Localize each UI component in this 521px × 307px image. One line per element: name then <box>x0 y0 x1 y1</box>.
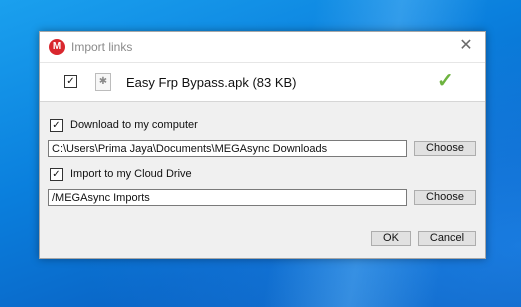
mega-logo-icon: M <box>49 39 65 55</box>
download-choose-button[interactable]: Choose <box>414 141 476 156</box>
dialog-title: Import links <box>71 40 133 54</box>
file-name: Easy Frp Bypass.apk (83 KB) <box>126 75 297 90</box>
download-checkbox[interactable]: ✓ <box>50 119 63 132</box>
file-checkbox[interactable]: ✓ <box>64 75 77 88</box>
check-icon: ✓ <box>437 70 454 92</box>
title-bar: M Import links ✕ <box>40 32 485 62</box>
file-list: ✓ ✱ Easy Frp Bypass.apk (83 KB) ✓ <box>40 62 485 102</box>
close-icon[interactable]: ✕ <box>456 36 476 56</box>
cloud-choose-button[interactable]: Choose <box>414 190 476 205</box>
settings-file-icon: ✱ <box>95 73 111 91</box>
import-links-dialog: M Import links ✕ ✓ ✱ Easy Frp Bypass.apk… <box>39 31 486 259</box>
download-label[interactable]: Download to my computer <box>70 119 198 131</box>
download-path-field[interactable]: C:\Users\Prima Jaya\Documents\MEGAsync D… <box>48 140 407 157</box>
cloud-checkbox[interactable]: ✓ <box>50 168 63 181</box>
cloud-label[interactable]: Import to my Cloud Drive <box>70 168 192 180</box>
ok-button[interactable]: OK <box>371 231 411 246</box>
cancel-button[interactable]: Cancel <box>418 231 476 246</box>
cloud-path-field[interactable]: /MEGAsync Imports <box>48 189 407 206</box>
